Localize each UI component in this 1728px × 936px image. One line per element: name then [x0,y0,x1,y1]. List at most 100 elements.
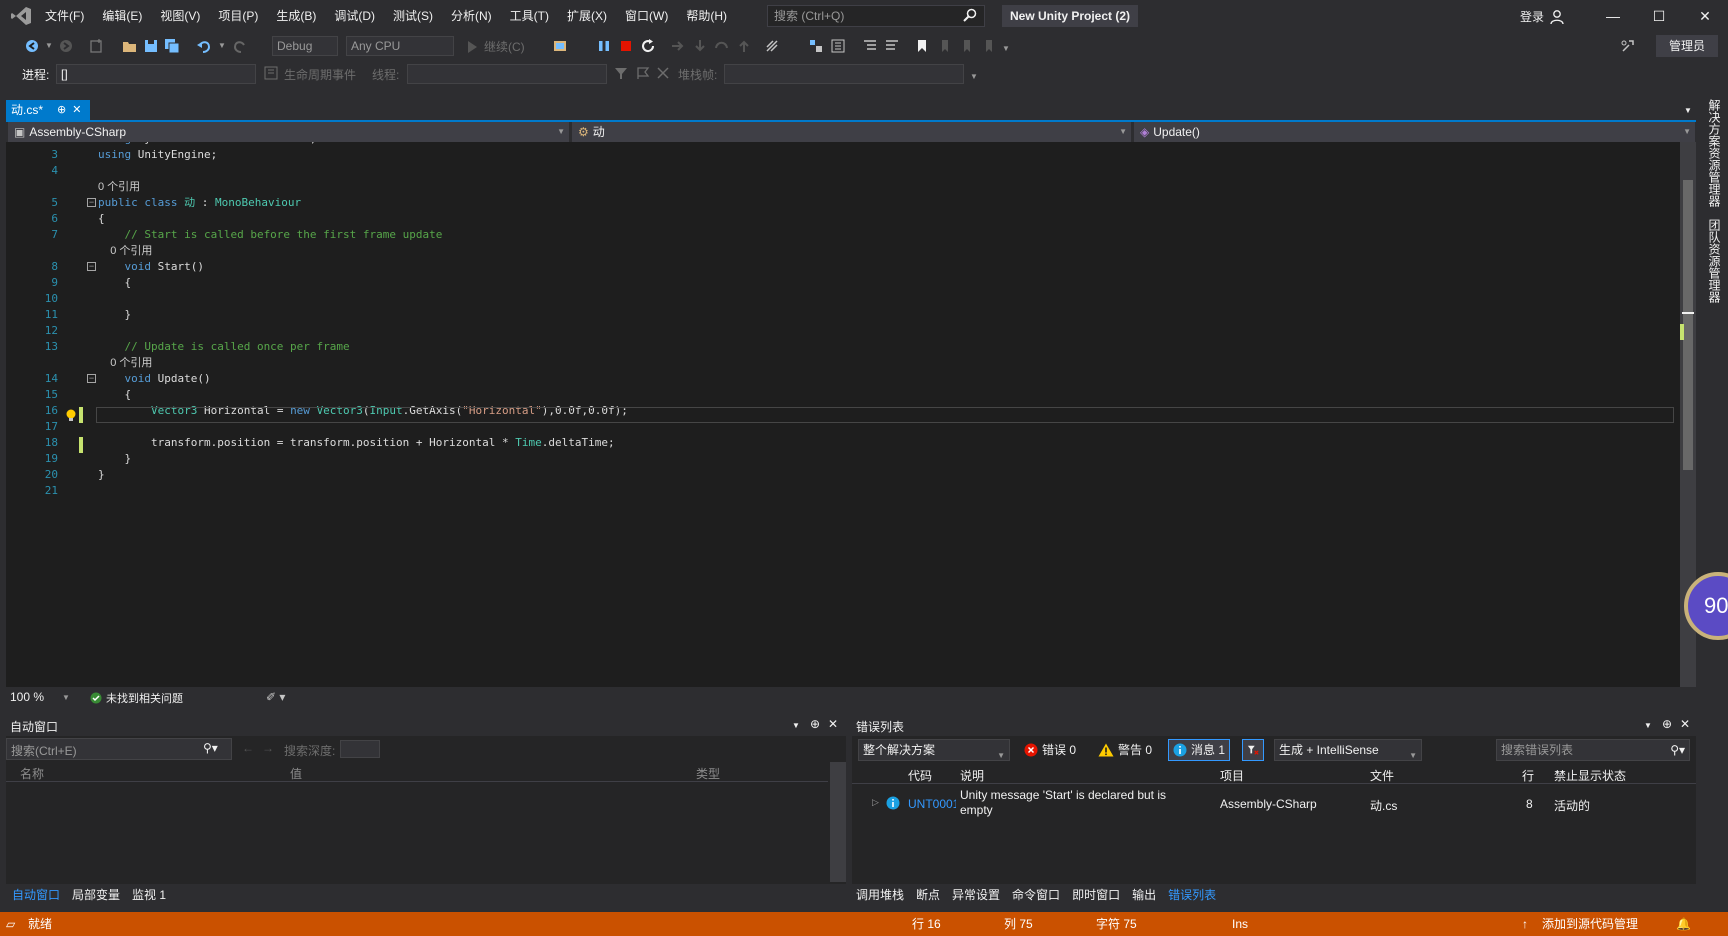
code-line[interactable]: // Start is called before the first fram… [98,227,442,243]
zoom-dropdown[interactable]: 100 % ▼ [10,690,70,704]
attach-icon[interactable] [552,38,568,54]
close-panel-icon[interactable]: ✕ [828,717,838,731]
solution-platform-dropdown[interactable]: Any CPU [346,36,454,56]
menu-item[interactable]: 调试(D) [325,0,384,32]
close-panel-icon[interactable]: ✕ [1680,717,1690,731]
menu-item[interactable]: 帮助(H) [677,0,736,32]
code-editor[interactable]: 2using System.Collections.Generic;3using… [6,142,1680,687]
search-forward-icon[interactable]: → [262,741,274,755]
restart-icon[interactable] [640,38,656,54]
search-icon[interactable]: ⚲▾ [1670,740,1685,760]
errors-filter-button[interactable]: 错误 0 [1020,739,1080,761]
code-line[interactable]: { [98,275,131,291]
code-line[interactable]: transform.position = transform.position … [98,435,615,451]
save-icon[interactable] [143,38,159,54]
visual-studio-logo-icon[interactable] [10,6,32,26]
hot-reload-icon[interactable] [764,38,780,54]
window-position-icon[interactable]: ▼ [1644,721,1652,730]
login-button[interactable]: 登录 [1520,8,1566,25]
undo-icon[interactable] [196,38,212,54]
search-depth-dropdown[interactable] [340,740,380,758]
menu-item[interactable]: 生成(B) [267,0,325,32]
menu-item[interactable]: 视图(V) [151,0,209,32]
auto-window-scrollbar[interactable] [830,762,846,882]
column-file[interactable]: 文件 [1370,767,1394,784]
code-line[interactable]: } [98,451,131,467]
step-into-icon[interactable] [692,38,708,54]
side-tab-solution-explorer[interactable]: 解决方案资源管理器 [1706,99,1723,207]
code-line[interactable]: 0 个引用 [98,179,140,195]
comment-out-icon[interactable] [862,38,878,54]
column-code[interactable]: 代码 [908,767,932,784]
toolbar-options-icon[interactable]: ▼ [1002,44,1010,53]
notifications-icon[interactable]: 🔔 [1676,912,1691,936]
search-back-icon[interactable]: ← [242,741,254,755]
search-icon[interactable] [963,8,977,22]
close-tab-icon[interactable]: ✕ [72,100,81,120]
threads-icon[interactable] [656,66,670,80]
tab-command-window[interactable]: 命令窗口 [1012,886,1060,903]
search-input[interactable]: 搜索 (Ctrl+Q) [767,5,985,27]
search-icon[interactable]: ⚲▾ [203,741,218,755]
scope-dropdown[interactable]: 整个解决方案 ▼ [858,739,1010,761]
stop-icon[interactable] [619,39,633,53]
collapse-region-icon[interactable]: − [87,262,96,271]
error-list-search-input[interactable]: 搜索错误列表 ⚲▾ [1496,739,1690,761]
tab-call-stack[interactable]: 调用堆栈 [856,886,904,903]
save-all-icon[interactable] [164,38,180,54]
build-filter-toggle[interactable] [1242,739,1264,761]
code-line[interactable]: void Update() [98,371,211,387]
tab-breakpoints[interactable]: 断点 [916,886,940,903]
menu-item[interactable]: 工具(T) [501,0,558,32]
step-out-icon[interactable] [736,38,752,54]
code-line[interactable]: void Start() [98,259,204,275]
member-dropdown[interactable]: ◈ Update() ▼ [1134,122,1696,142]
menu-item[interactable]: 扩展(X) [558,0,616,32]
tab-exception-settings[interactable]: 异常设置 [952,886,1000,903]
toolbar2-options-icon[interactable]: ▼ [970,72,978,81]
filter-icon[interactable] [614,66,628,80]
column-type[interactable]: 类型 [696,765,720,782]
solution-configuration-dropdown[interactable]: Debug [272,36,338,56]
menu-item[interactable]: 项目(P) [209,0,267,32]
tab-watch-1[interactable]: 监视 1 [132,886,166,903]
code-line[interactable]: } [98,307,131,323]
tab-locals[interactable]: 局部变量 [72,886,120,903]
undo-dropdown-icon[interactable]: ▼ [218,41,226,50]
code-line[interactable]: { [98,211,105,227]
flag-icon[interactable] [636,66,650,80]
minimize-button[interactable]: — [1590,0,1636,32]
menu-item[interactable]: 文件(F) [36,0,93,32]
column-value[interactable]: 值 [290,765,302,782]
table-row[interactable]: ▷ UNT0001 Unity message 'Start' is decla… [852,786,1696,822]
properties-icon[interactable] [830,38,846,54]
lifecycle-events-icon[interactable] [264,66,278,80]
tab-output[interactable]: 输出 [1132,886,1156,903]
side-tab-team-explorer[interactable]: 团队资源管理器 [1706,219,1723,303]
live-share-icon[interactable] [1620,38,1636,54]
close-button[interactable]: ✕ [1682,0,1728,32]
menu-item[interactable]: 编辑(E) [93,0,151,32]
bookmark-icon[interactable] [914,38,930,54]
clear-bookmarks-icon[interactable] [980,38,996,54]
redo-icon[interactable] [232,38,248,54]
stack-frame-dropdown[interactable] [724,64,964,84]
pause-icon[interactable] [597,39,611,53]
menu-item[interactable]: 测试(S) [384,0,442,32]
next-bookmark-icon[interactable] [958,38,974,54]
auto-window-search-input[interactable]: 搜索(Ctrl+E) ⚲▾ [6,738,232,760]
solution-explorer-icon[interactable] [808,38,824,54]
back-dropdown-icon[interactable]: ▼ [45,41,53,50]
collapse-region-icon[interactable]: − [87,198,96,207]
uncomment-icon[interactable] [884,38,900,54]
code-line[interactable]: using UnityEngine; [98,147,217,163]
menu-item[interactable]: 分析(N) [442,0,501,32]
warnings-filter-button[interactable]: 警告 0 [1094,739,1156,761]
pin-icon[interactable]: ⊕ [810,717,820,731]
code-line[interactable]: 0 个引用 [98,243,152,259]
code-line[interactable]: 0 个引用 [98,355,152,371]
column-project[interactable]: 项目 [1220,767,1244,784]
code-line[interactable]: { [98,387,131,403]
process-dropdown[interactable]: [] [56,64,256,84]
tab-auto-window[interactable]: 自动窗口 [12,886,60,903]
